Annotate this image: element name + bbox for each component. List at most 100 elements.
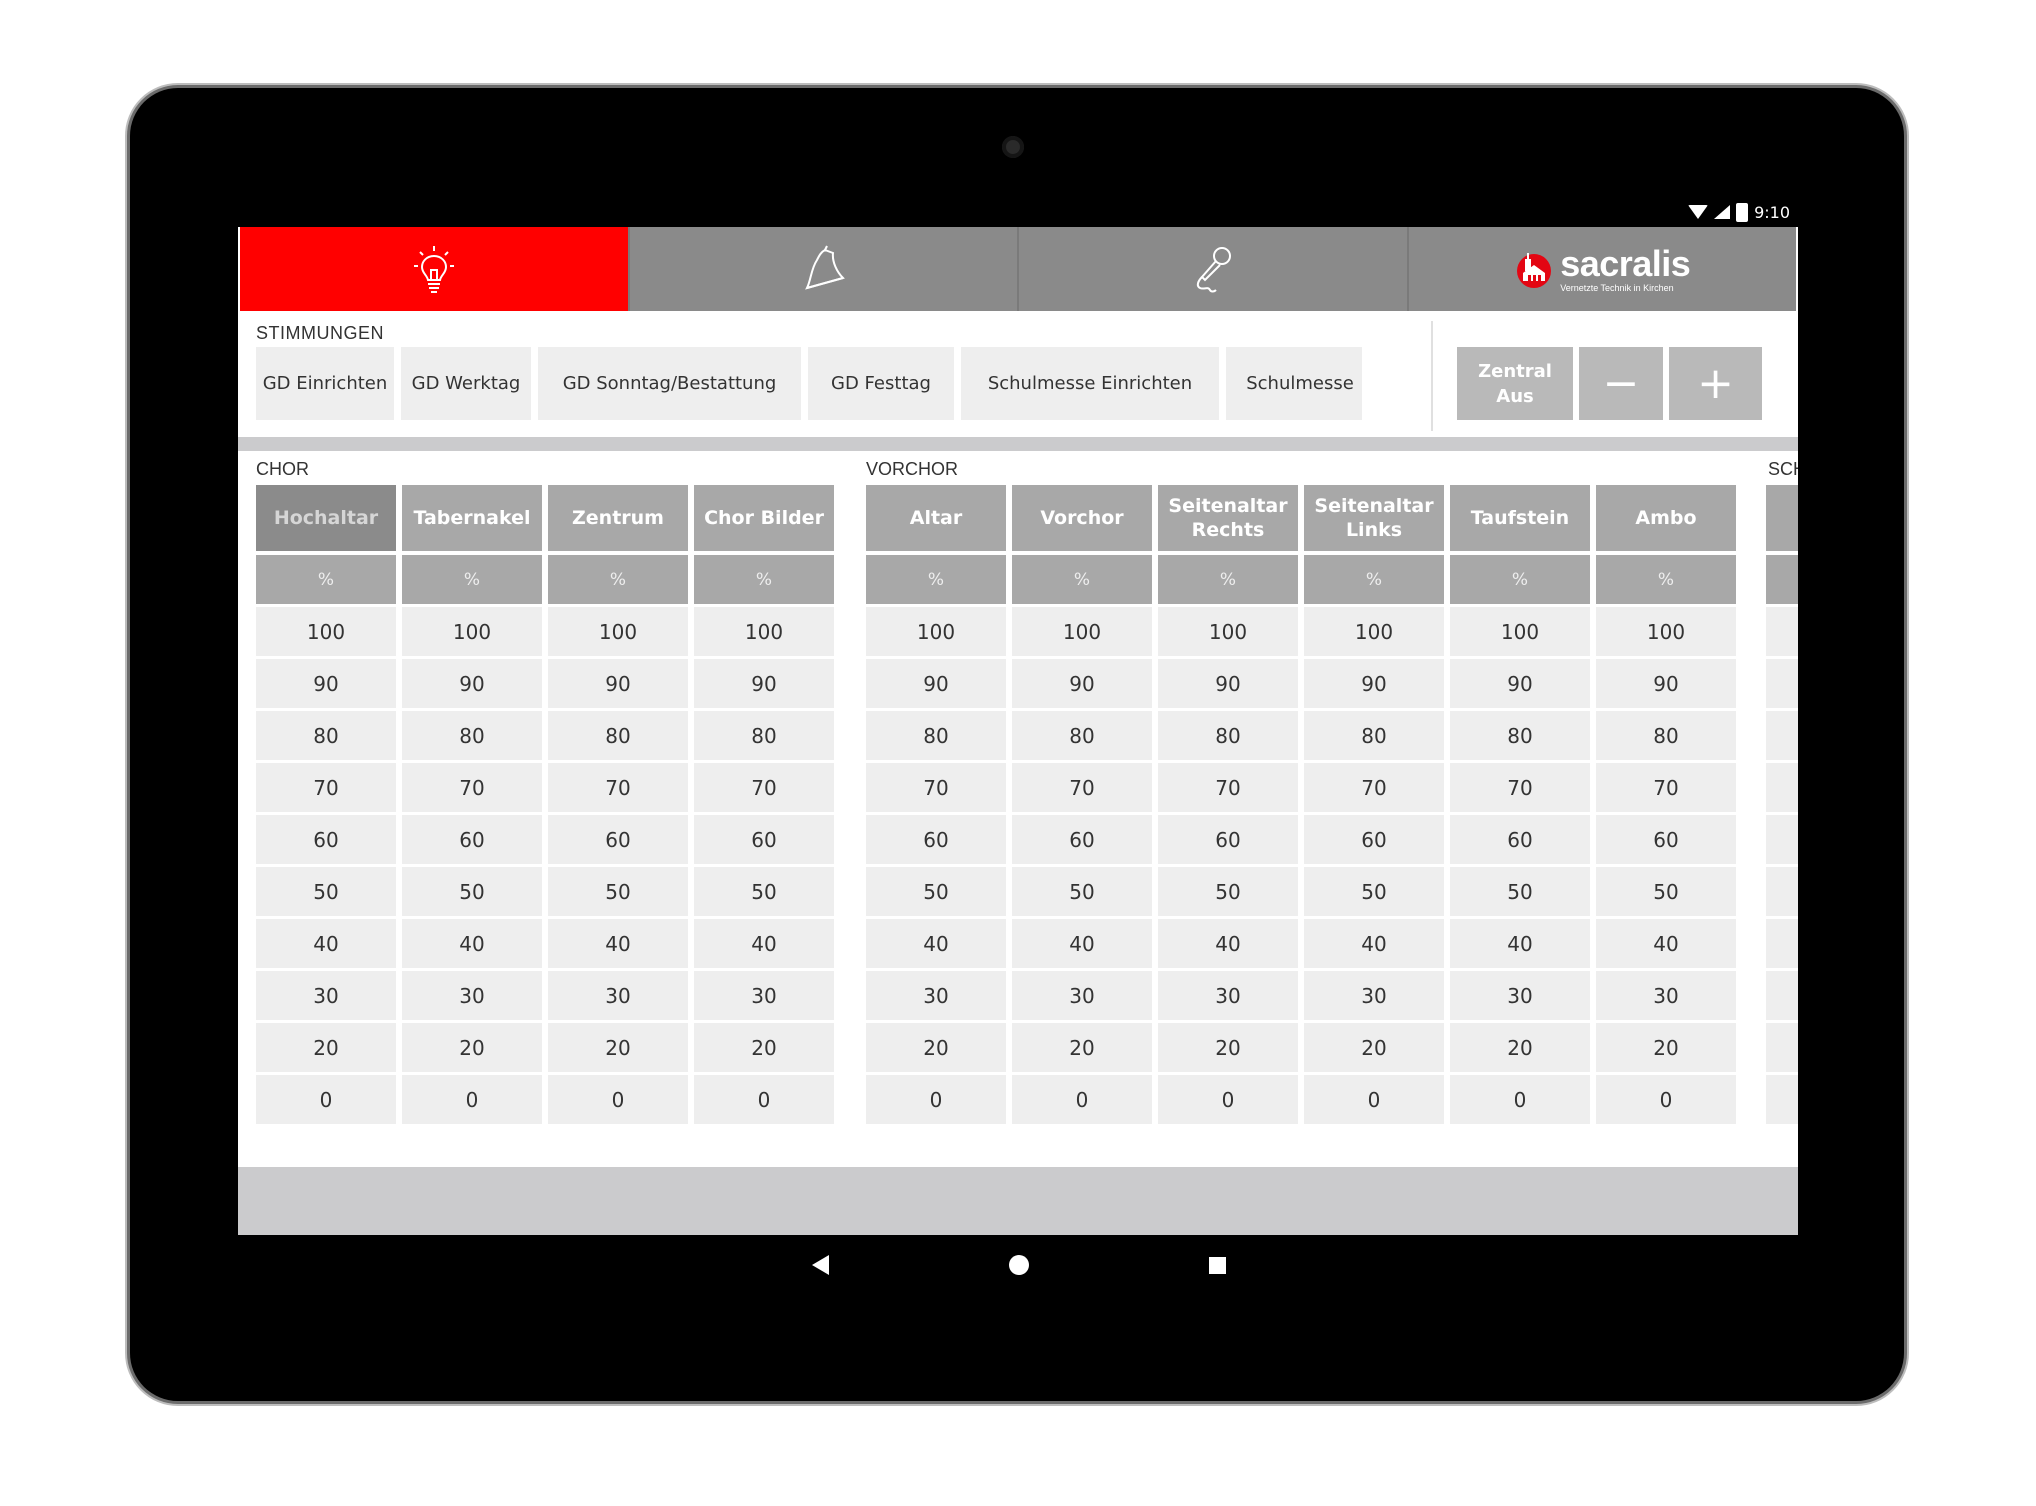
level-button[interactable]: 70 (866, 763, 1006, 812)
level-button[interactable]: 90 (1012, 659, 1152, 708)
level-button[interactable]: 50 (866, 867, 1006, 916)
tab-bells[interactable] (629, 227, 1019, 311)
mood-button[interactable]: GD Festtag (808, 347, 954, 420)
level-button[interactable]: 50 (1450, 867, 1590, 916)
level-button[interactable]: 100 (1158, 607, 1298, 656)
level-button[interactable]: 0 (1012, 1075, 1152, 1124)
level-button[interactable]: 100 (866, 607, 1006, 656)
channel-header[interactable]: Altar (866, 485, 1006, 551)
level-button[interactable]: 40 (1304, 919, 1444, 968)
level-button[interactable]: 100 (548, 607, 688, 656)
level-button[interactable]: 30 (1450, 971, 1590, 1020)
level-button[interactable]: 80 (1450, 711, 1590, 760)
level-button[interactable]: 20 (1596, 1023, 1736, 1072)
home-nav-icon[interactable] (1009, 1255, 1029, 1275)
level-button[interactable]: 60 (402, 815, 542, 864)
level-button[interactable]: 90 (694, 659, 834, 708)
level-button[interactable]: 60 (1012, 815, 1152, 864)
level-button[interactable] (1766, 711, 1798, 760)
channel-header[interactable]: Zentrum (548, 485, 688, 551)
channel-header[interactable]: Vorchor (1012, 485, 1152, 551)
plus-button[interactable]: + (1669, 347, 1762, 420)
level-button[interactable] (1766, 1023, 1798, 1072)
level-button[interactable]: 50 (1304, 867, 1444, 916)
level-button[interactable]: 60 (256, 815, 396, 864)
level-button[interactable]: 30 (1304, 971, 1444, 1020)
level-button[interactable]: 80 (1304, 711, 1444, 760)
level-button[interactable]: 60 (866, 815, 1006, 864)
level-button[interactable]: 0 (402, 1075, 542, 1124)
mood-button[interactable]: GD Werktag (401, 347, 531, 420)
level-button[interactable]: 20 (694, 1023, 834, 1072)
channel-header[interactable]: Chor Bilder (694, 485, 834, 551)
level-button[interactable]: 30 (1158, 971, 1298, 1020)
mood-button[interactable]: GD Sonntag/Bestattung (538, 347, 801, 420)
level-button[interactable]: 0 (1158, 1075, 1298, 1124)
level-button[interactable]: 90 (1158, 659, 1298, 708)
level-button[interactable]: 90 (1304, 659, 1444, 708)
level-button[interactable]: 80 (1012, 711, 1152, 760)
level-button[interactable]: 20 (1450, 1023, 1590, 1072)
level-button[interactable]: 20 (866, 1023, 1006, 1072)
level-button[interactable]: 0 (1450, 1075, 1590, 1124)
level-button[interactable]: 90 (256, 659, 396, 708)
level-button[interactable]: 30 (694, 971, 834, 1020)
level-button[interactable]: 60 (1304, 815, 1444, 864)
level-button[interactable]: 0 (1304, 1075, 1444, 1124)
level-button[interactable]: 40 (1450, 919, 1590, 968)
level-button[interactable]: 80 (548, 711, 688, 760)
level-button[interactable]: 80 (402, 711, 542, 760)
level-button[interactable] (1766, 815, 1798, 864)
channel-header[interactable]: Tabernakel (402, 485, 542, 551)
level-button[interactable] (1766, 919, 1798, 968)
level-button[interactable]: 20 (548, 1023, 688, 1072)
minus-button[interactable]: − (1579, 347, 1663, 420)
mood-button[interactable]: Schulmesse Einrichten (961, 347, 1219, 420)
level-button[interactable]: 70 (1158, 763, 1298, 812)
level-button[interactable]: 30 (402, 971, 542, 1020)
level-button[interactable]: 20 (402, 1023, 542, 1072)
channel-header[interactable]: Hochaltar (256, 485, 396, 551)
level-button[interactable]: 30 (548, 971, 688, 1020)
level-button[interactable]: 50 (256, 867, 396, 916)
level-button[interactable]: 70 (1304, 763, 1444, 812)
level-button[interactable]: 60 (548, 815, 688, 864)
channel-header[interactable] (1766, 485, 1798, 551)
level-button[interactable] (1766, 763, 1798, 812)
level-button[interactable]: 70 (548, 763, 688, 812)
level-button[interactable]: 100 (256, 607, 396, 656)
level-button[interactable]: 20 (1012, 1023, 1152, 1072)
level-button[interactable]: 100 (402, 607, 542, 656)
level-button[interactable]: 40 (694, 919, 834, 968)
recents-nav-icon[interactable] (1209, 1257, 1226, 1274)
level-button[interactable]: 80 (866, 711, 1006, 760)
level-button[interactable]: 0 (1596, 1075, 1736, 1124)
channel-header[interactable]: Ambo (1596, 485, 1736, 551)
level-button[interactable]: 0 (256, 1075, 396, 1124)
zentral-aus-button[interactable]: Zentral Aus (1457, 347, 1573, 420)
level-button[interactable]: 50 (694, 867, 834, 916)
level-button[interactable]: 70 (694, 763, 834, 812)
level-button[interactable]: 30 (1012, 971, 1152, 1020)
level-button[interactable]: 70 (256, 763, 396, 812)
level-button[interactable]: 70 (1012, 763, 1152, 812)
level-button[interactable] (1766, 867, 1798, 916)
level-button[interactable]: 40 (1596, 919, 1736, 968)
level-button[interactable]: 50 (402, 867, 542, 916)
level-button[interactable]: 90 (402, 659, 542, 708)
level-button[interactable]: 100 (1596, 607, 1736, 656)
level-button[interactable] (1766, 1075, 1798, 1124)
level-button[interactable]: 30 (1596, 971, 1736, 1020)
level-button[interactable]: 90 (548, 659, 688, 708)
level-button[interactable]: 0 (548, 1075, 688, 1124)
level-button[interactable]: 60 (1158, 815, 1298, 864)
level-button[interactable]: 70 (1596, 763, 1736, 812)
level-button[interactable]: 80 (1158, 711, 1298, 760)
channel-header[interactable]: Seitenaltar Rechts (1158, 485, 1298, 551)
level-button[interactable]: 90 (1450, 659, 1590, 708)
level-button[interactable]: 80 (1596, 711, 1736, 760)
level-button[interactable]: 40 (402, 919, 542, 968)
level-button[interactable]: 0 (694, 1075, 834, 1124)
level-button[interactable]: 100 (1012, 607, 1152, 656)
channel-header[interactable]: Taufstein (1450, 485, 1590, 551)
